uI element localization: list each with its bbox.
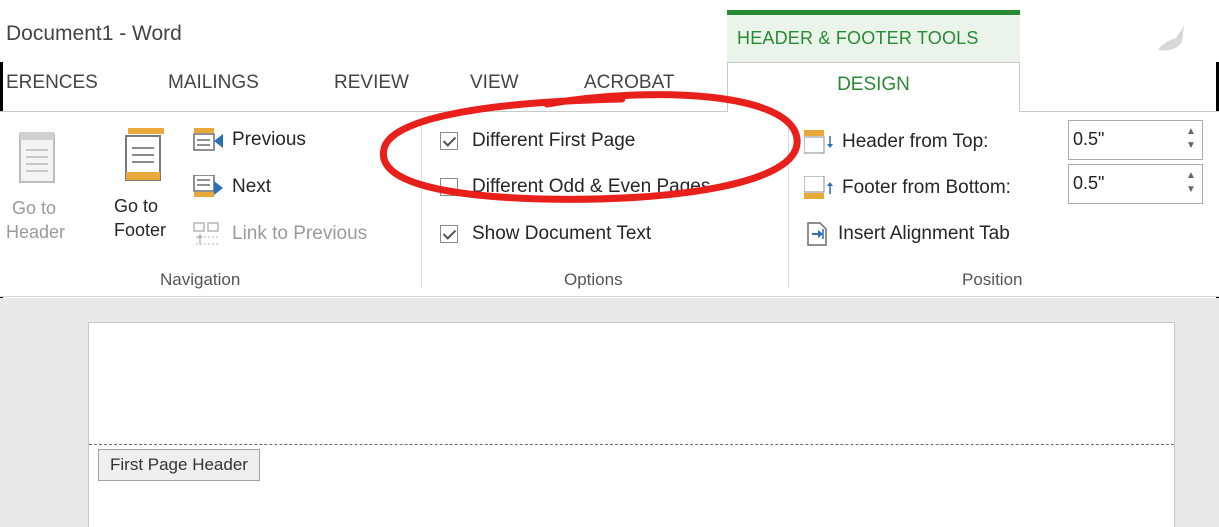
- tab-design[interactable]: DESIGN: [727, 62, 1020, 112]
- tab-references[interactable]: ERENCES: [6, 72, 98, 94]
- first-page-header-tag: First Page Header: [98, 449, 260, 481]
- options-group-label: Options: [564, 270, 623, 289]
- tab-acrobat[interactable]: ACROBAT: [584, 72, 674, 94]
- next-label: Next: [232, 176, 272, 197]
- go-to-header-label-2: Header: [6, 222, 66, 242]
- go-to-header-icon: [19, 132, 55, 183]
- spin-arrows-icon[interactable]: ▲ ▼: [1184, 169, 1198, 199]
- header-from-top-control: Header from Top:: [804, 130, 988, 154]
- tab-mailings[interactable]: MAILINGS: [168, 72, 259, 94]
- header-from-top-icon: [804, 130, 833, 154]
- link-to-previous-button[interactable]: Link to Previous: [192, 222, 367, 246]
- different-odd-even-checkbox[interactable]: Different Odd & Even Pages: [440, 176, 710, 198]
- go-to-footer-label-2: Footer: [114, 220, 167, 240]
- group-separator: [421, 118, 422, 288]
- go-to-footer-button[interactable]: Go to Footer: [114, 128, 184, 242]
- document-page[interactable]: First Page Header: [88, 322, 1175, 527]
- next-button[interactable]: Next: [192, 175, 271, 199]
- show-document-text-label: Show Document Text: [472, 223, 652, 244]
- footer-from-bottom-label: Footer from Bottom:: [842, 177, 1011, 198]
- header-boundary-line: [89, 444, 1174, 445]
- footer-from-bottom-icon: [804, 176, 833, 199]
- footer-from-bottom-value: 0.5": [1073, 173, 1105, 193]
- next-icon: [193, 175, 223, 197]
- go-to-header-label-1: Go to: [12, 198, 57, 218]
- link-to-previous-icon: [193, 222, 219, 245]
- insert-alignment-tab-icon: [807, 222, 827, 246]
- group-separator: [788, 118, 789, 288]
- checkbox-unchecked[interactable]: [440, 178, 458, 196]
- document-title: Document1 - Word: [6, 22, 182, 45]
- header-from-top-label: Header from Top:: [842, 131, 989, 152]
- office-logo-icon: [1158, 26, 1184, 51]
- tab-review[interactable]: REVIEW: [334, 72, 409, 94]
- checkbox-checked[interactable]: [440, 225, 458, 243]
- header-from-top-spinner[interactable]: 0.5" ▲ ▼: [1068, 120, 1203, 160]
- navigation-group-label: Navigation: [160, 270, 241, 289]
- go-to-footer-label-1: Go to: [114, 196, 159, 216]
- document-canvas: First Page Header: [0, 298, 1219, 527]
- position-group-label: Position: [962, 270, 1023, 289]
- insert-alignment-tab-label: Insert Alignment Tab: [838, 223, 1010, 244]
- tab-view[interactable]: VIEW: [470, 72, 519, 94]
- checkbox-checked[interactable]: [440, 132, 458, 150]
- link-to-previous-label: Link to Previous: [232, 223, 368, 244]
- contextual-group-label: HEADER & FOOTER TOOLS: [737, 28, 979, 48]
- header-from-top-value: 0.5": [1073, 129, 1105, 149]
- previous-label: Previous: [232, 129, 306, 150]
- contextual-tab-group: HEADER & FOOTER TOOLS: [727, 10, 1020, 62]
- insert-alignment-tab-button[interactable]: Insert Alignment Tab: [806, 222, 1010, 246]
- go-to-header-button[interactable]: Go to Header: [6, 130, 76, 244]
- show-document-text-checkbox[interactable]: Show Document Text: [440, 223, 651, 245]
- ribbon: Go to Header Go to Footer Previous Next …: [0, 112, 1219, 297]
- title-bar: Document1 - Word HEADER & FOOTER TOOLS: [0, 0, 1219, 62]
- previous-icon: [193, 128, 223, 151]
- spin-arrows-icon[interactable]: ▲ ▼: [1184, 125, 1198, 155]
- go-to-footer-icon: [125, 128, 164, 181]
- footer-from-bottom-spinner[interactable]: 0.5" ▲ ▼: [1068, 164, 1203, 204]
- footer-from-bottom-control: Footer from Bottom:: [804, 176, 1011, 200]
- previous-button[interactable]: Previous: [192, 128, 306, 152]
- different-first-page-label: Different First Page: [472, 130, 636, 151]
- different-odd-even-label: Different Odd & Even Pages: [472, 176, 711, 197]
- different-first-page-checkbox[interactable]: Different First Page: [440, 130, 635, 152]
